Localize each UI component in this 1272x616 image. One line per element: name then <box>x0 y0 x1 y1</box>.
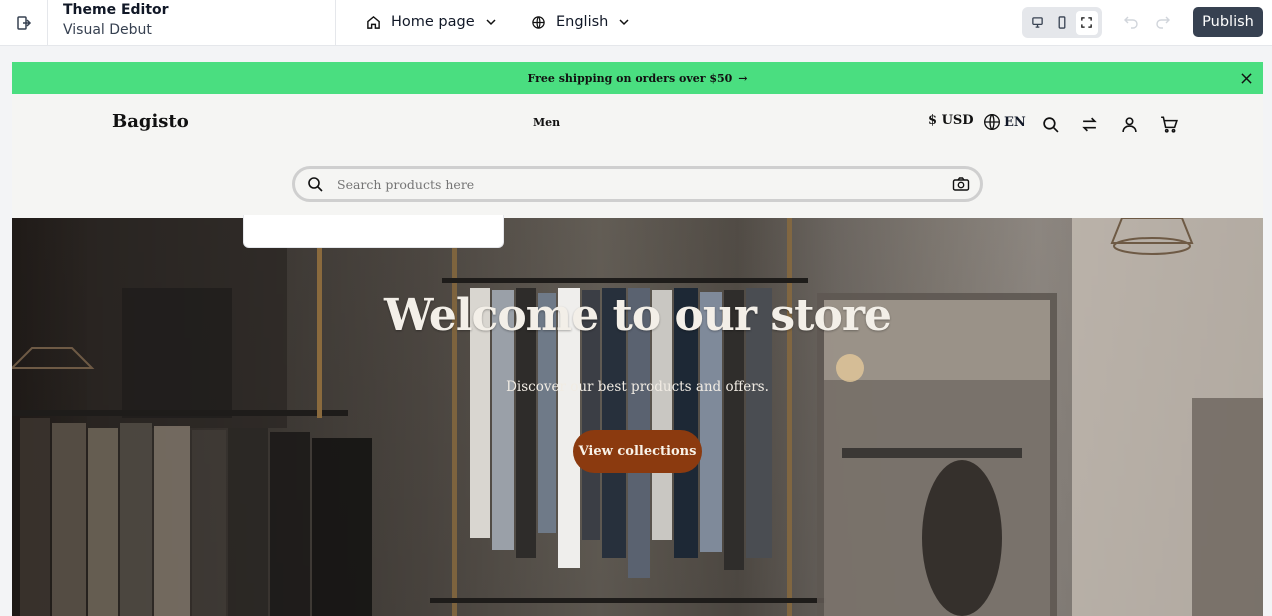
announcement-bar: Free shipping on orders over $50 → <box>12 62 1263 94</box>
undo-icon[interactable] <box>1123 13 1139 29</box>
toolbar-divider <box>335 0 336 46</box>
locale-selector[interactable]: English <box>531 10 630 34</box>
exit-icon <box>16 16 31 30</box>
chevron-down-icon <box>619 19 629 26</box>
account-button[interactable] <box>1119 114 1139 134</box>
store-logo[interactable]: Bagisto <box>112 111 189 132</box>
editor-title: Theme Editor <box>63 2 169 18</box>
search-icon <box>1042 116 1059 133</box>
arrow-right-icon: → <box>738 71 748 85</box>
search-input[interactable] <box>337 173 937 195</box>
cart-icon <box>1161 116 1178 133</box>
locale-selector-label: English <box>556 14 609 30</box>
camera-icon[interactable] <box>952 176 970 192</box>
compare-button[interactable] <box>1079 114 1099 134</box>
mobile-view-button[interactable] <box>1051 11 1073 35</box>
chevron-down-icon <box>486 19 496 26</box>
storefront-preview: Free shipping on orders over $50 → Bagis… <box>12 62 1263 616</box>
theme-name: Visual Debut <box>63 22 152 38</box>
language-code: EN <box>1004 114 1026 130</box>
home-icon <box>367 15 380 29</box>
fullscreen-view-button[interactable] <box>1075 10 1098 35</box>
compare-arrows-icon <box>1081 117 1097 131</box>
close-icon <box>1240 72 1252 84</box>
nav-item-men[interactable]: Men <box>533 116 560 129</box>
hero-background-image <box>12 218 1263 616</box>
hero-subtitle: Discover our best products and offers. <box>506 379 769 395</box>
search-suggestions-dropdown <box>243 215 504 248</box>
globe-icon <box>532 15 545 29</box>
announcement-close-button[interactable] <box>1239 71 1253 85</box>
exit-editor-button[interactable] <box>0 0 48 46</box>
hero-banner: Welcome to our store Discover our best p… <box>12 218 1263 616</box>
mobile-icon <box>1058 16 1066 29</box>
page-selector[interactable]: Home page <box>366 10 497 34</box>
editor-title-block: Theme Editor Visual Debut <box>63 1 169 41</box>
device-toggle-group <box>1022 7 1102 38</box>
page-selector-label: Home page <box>391 14 475 30</box>
view-collections-button[interactable]: View collections <box>573 430 702 473</box>
search-button[interactable] <box>1040 114 1060 134</box>
globe-icon <box>984 114 1000 130</box>
currency-switcher[interactable]: $ USD <box>928 113 974 128</box>
redo-icon[interactable] <box>1155 13 1171 29</box>
desktop-view-button[interactable] <box>1026 11 1048 35</box>
announcement-text[interactable]: Free shipping on orders over $50 <box>527 72 732 85</box>
search-icon <box>308 177 323 192</box>
language-switcher[interactable]: EN <box>983 113 1026 131</box>
editor-toolbar: Theme Editor Visual Debut Home page Engl… <box>0 0 1272 46</box>
desktop-icon <box>1032 17 1043 28</box>
fullscreen-icon <box>1081 17 1092 28</box>
cart-button[interactable] <box>1159 114 1179 134</box>
product-search <box>292 166 983 202</box>
user-icon <box>1121 116 1137 132</box>
publish-button[interactable]: Publish <box>1193 7 1263 37</box>
hero-title: Welcome to our store <box>384 290 892 341</box>
